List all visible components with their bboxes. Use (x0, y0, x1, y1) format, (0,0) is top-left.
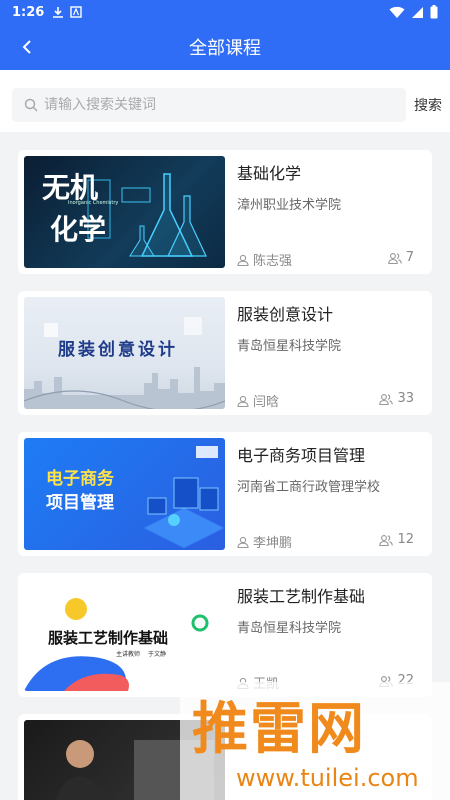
course-thumbnail: 电子商务 项目管理 (24, 438, 225, 550)
wifi-icon (389, 6, 405, 18)
users-icon (379, 534, 394, 546)
thumb-title-line1: 电子商务 (46, 469, 114, 489)
course-student-count: 7 (387, 250, 414, 265)
course-teacher: 李坤鹏 (237, 532, 292, 551)
course-school: 青岛恒星科技学院 (237, 339, 342, 354)
course-teacher: 闫晗 (237, 391, 279, 410)
course-card[interactable]: 电子商务 项目管理 电子商务项目管理 河南省工商行政管理学校 李坤鹏 12 (18, 432, 432, 556)
student-count: 12 (397, 532, 414, 547)
back-button[interactable] (14, 34, 40, 60)
status-time: 1:26 (12, 4, 45, 20)
status-bar: 1:26 (0, 0, 450, 24)
thumb-title: 服装工艺制作基础 (48, 629, 169, 647)
course-thumbnail: 服装工艺制作基础 主讲教师 于文静 (24, 579, 225, 691)
course-thumbnail: 服装创意设计 (24, 297, 225, 409)
app-header: 1:26 全部课程 (0, 0, 450, 70)
search-icon (24, 98, 38, 112)
course-teacher: 陈志强 (237, 250, 292, 269)
thumb-title-line2: 化学 (50, 213, 107, 246)
course-title: 服装工艺制作基础 (237, 587, 366, 606)
teacher-name: 陈志强 (253, 254, 293, 269)
notification-a-icon (70, 6, 83, 18)
course-card[interactable]: 服装创意设计 服装创意设计 青岛恒星科技学院 闫晗 33 (18, 291, 432, 415)
page-title: 全部课程 (189, 38, 261, 59)
course-card[interactable]: 服装工艺制作基础 主讲教师 于文静 服装工艺制作基础 青岛恒星科技学院 王凯 2… (18, 573, 432, 697)
thumb-title-line2: 项目管理 (46, 493, 114, 513)
search-bar: 搜索 (0, 70, 450, 132)
course-student-count: 12 (379, 532, 414, 547)
download-icon (53, 6, 64, 18)
teacher-name: 李坤鹏 (253, 536, 293, 551)
person-icon (237, 536, 249, 548)
thumb-caption: Inorganic Chemistry (68, 200, 119, 206)
person-icon (237, 395, 249, 407)
thumb-teacher-label: 主讲教师 (116, 651, 141, 658)
course-school: 河南省工商行政管理学校 (237, 480, 381, 495)
course-thumbnail: 无机 Inorganic Chemistry 化学 (24, 156, 225, 268)
users-icon (379, 393, 394, 405)
course-title: 服装创意设计 (237, 305, 334, 324)
course-student-count: 33 (379, 391, 414, 406)
signal-icon (412, 6, 423, 18)
chevron-left-icon (22, 40, 31, 54)
teacher-name: 闫晗 (253, 395, 280, 410)
course-card[interactable]: 无机 Inorganic Chemistry 化学 基础化学 漳州职业技术学院 … (18, 150, 432, 274)
watermark-logo: 推雷网 (192, 697, 366, 762)
thumb-title: 服装创意设计 (58, 340, 178, 360)
student-count: 7 (405, 250, 414, 265)
search-box (12, 88, 406, 122)
search-button[interactable]: 搜索 (414, 95, 442, 115)
person-icon (237, 254, 249, 266)
users-icon (387, 252, 402, 264)
course-school: 青岛恒星科技学院 (237, 621, 342, 636)
course-school: 漳州职业技术学院 (237, 198, 342, 213)
course-title: 电子商务项目管理 (237, 446, 366, 465)
app-bar: 全部课程 (0, 24, 450, 70)
watermark-url: www.tuilei.com (236, 764, 419, 792)
student-count: 33 (397, 391, 414, 406)
course-title: 基础化学 (237, 164, 302, 183)
battery-icon (430, 5, 438, 19)
search-input[interactable] (44, 97, 384, 113)
thumb-teacher-name: 于文静 (148, 651, 167, 658)
